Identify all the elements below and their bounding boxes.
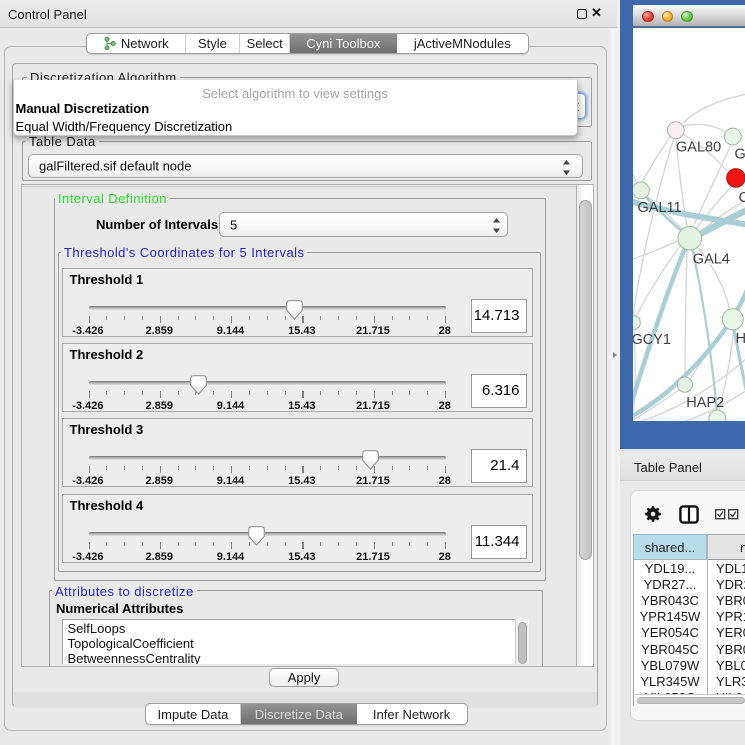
svg-text:GCY1: GCY1 bbox=[633, 332, 671, 348]
svg-text:HAP2: HAP2 bbox=[686, 395, 724, 411]
svg-text:C.: C. bbox=[739, 190, 745, 206]
svg-text:GAL11: GAL11 bbox=[638, 200, 682, 216]
svg-text:GAL80: GAL80 bbox=[676, 140, 721, 156]
svg-text:H: H bbox=[736, 331, 745, 347]
svg-text:G.: G. bbox=[735, 147, 745, 163]
svg-text:GAL4: GAL4 bbox=[693, 252, 730, 268]
